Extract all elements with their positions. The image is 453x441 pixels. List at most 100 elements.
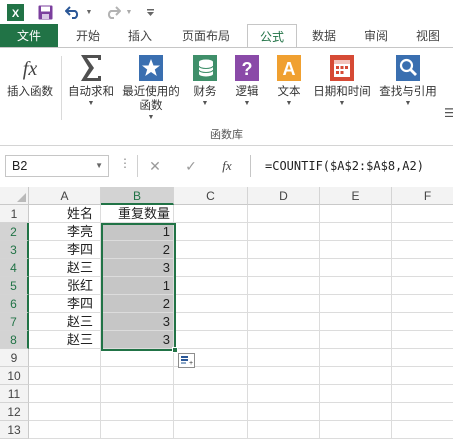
row-header-13[interactable]: 13: [0, 421, 29, 439]
cell-d4[interactable]: [248, 259, 320, 277]
cell-d8[interactable]: [248, 331, 320, 349]
enter-check-icon[interactable]: ✓: [182, 156, 200, 176]
cell-b11[interactable]: [101, 385, 174, 403]
cell-a8[interactable]: 赵三: [29, 331, 101, 349]
cell-a2[interactable]: 李亮: [29, 223, 101, 241]
cell-a5[interactable]: 张红: [29, 277, 101, 295]
row-header-5[interactable]: 5: [0, 277, 29, 295]
row-header-9[interactable]: 9: [0, 349, 29, 367]
cell-e3[interactable]: [320, 241, 392, 259]
cell-b8[interactable]: 3: [101, 331, 174, 349]
cell-e10[interactable]: [320, 367, 392, 385]
row-header-3[interactable]: 3: [0, 241, 29, 259]
tab-view[interactable]: 视图: [406, 24, 450, 48]
cell-b6[interactable]: 2: [101, 295, 174, 313]
cell-d2[interactable]: [248, 223, 320, 241]
cell-c11[interactable]: [174, 385, 248, 403]
ribbon-overflow-icon[interactable]: ☰: [444, 106, 453, 120]
cell-d5[interactable]: [248, 277, 320, 295]
cell-e9[interactable]: [320, 349, 392, 367]
row-header-8[interactable]: 8: [0, 331, 29, 349]
row-header-6[interactable]: 6: [0, 295, 29, 313]
cell-f4[interactable]: [392, 259, 453, 277]
cell-b2[interactable]: 1: [101, 223, 174, 241]
tab-insert[interactable]: 插入: [118, 24, 162, 48]
cell-e8[interactable]: [320, 331, 392, 349]
cell-c1[interactable]: [174, 205, 248, 223]
save-icon[interactable]: [36, 3, 54, 21]
cell-e6[interactable]: [320, 295, 392, 313]
cell-f10[interactable]: [392, 367, 453, 385]
insert-function-fx-icon[interactable]: fx: [218, 156, 236, 176]
column-header-f[interactable]: F: [392, 187, 453, 205]
logical-button[interactable]: ? 逻辑 ▼: [228, 54, 266, 109]
tab-formulas[interactable]: 公式: [247, 24, 297, 49]
cell-d6[interactable]: [248, 295, 320, 313]
cell-c10[interactable]: [174, 367, 248, 385]
customize-toolbar-icon[interactable]: [144, 3, 156, 21]
cell-b4[interactable]: 3: [101, 259, 174, 277]
cell-a7[interactable]: 赵三: [29, 313, 101, 331]
lookup-reference-button[interactable]: 查找与引用 ▼: [376, 54, 440, 109]
cell-d11[interactable]: [248, 385, 320, 403]
cell-d12[interactable]: [248, 403, 320, 421]
row-header-2[interactable]: 2: [0, 223, 29, 241]
cell-a12[interactable]: [29, 403, 101, 421]
cell-e5[interactable]: [320, 277, 392, 295]
cell-c4[interactable]: [174, 259, 248, 277]
cell-e11[interactable]: [320, 385, 392, 403]
cell-c13[interactable]: [174, 421, 248, 439]
cell-a11[interactable]: [29, 385, 101, 403]
cell-d3[interactable]: [248, 241, 320, 259]
date-time-button[interactable]: 日期和时间 ▼: [310, 54, 374, 109]
redo-dropdown-icon[interactable]: ▼: [124, 3, 134, 21]
tab-home[interactable]: 开始: [64, 24, 112, 48]
cell-f9[interactable]: [392, 349, 453, 367]
cell-f3[interactable]: [392, 241, 453, 259]
cell-a6[interactable]: 李四: [29, 295, 101, 313]
column-header-e[interactable]: E: [320, 187, 392, 205]
cell-c2[interactable]: [174, 223, 248, 241]
cell-f11[interactable]: [392, 385, 453, 403]
cell-b5[interactable]: 1: [101, 277, 174, 295]
column-header-c[interactable]: C: [174, 187, 248, 205]
cell-a1[interactable]: 姓名: [29, 205, 101, 223]
cell-a10[interactable]: [29, 367, 101, 385]
cell-f1[interactable]: [392, 205, 453, 223]
row-header-10[interactable]: 10: [0, 367, 29, 385]
cell-e13[interactable]: [320, 421, 392, 439]
column-header-d[interactable]: D: [248, 187, 320, 205]
cell-b9[interactable]: [101, 349, 174, 367]
tab-page-layout[interactable]: 页面布局: [170, 24, 242, 48]
cell-b12[interactable]: [101, 403, 174, 421]
cancel-icon[interactable]: ✕: [146, 156, 164, 176]
cell-e7[interactable]: [320, 313, 392, 331]
cell-f5[interactable]: [392, 277, 453, 295]
cell-f8[interactable]: [392, 331, 453, 349]
cell-f7[interactable]: [392, 313, 453, 331]
cell-a9[interactable]: [29, 349, 101, 367]
tab-review[interactable]: 审阅: [354, 24, 398, 48]
cell-b10[interactable]: [101, 367, 174, 385]
column-header-a[interactable]: A: [29, 187, 101, 205]
formula-input[interactable]: =COUNTIF($A$2:$A$8,A2): [250, 155, 453, 177]
cell-b13[interactable]: [101, 421, 174, 439]
cell-a3[interactable]: 李四: [29, 241, 101, 259]
row-header-7[interactable]: 7: [0, 313, 29, 331]
text-button[interactable]: A 文本 ▼: [270, 54, 308, 109]
formula-bar-grip-icon[interactable]: ⋮: [119, 156, 131, 170]
chevron-down-icon[interactable]: ▼: [95, 156, 103, 176]
cell-c7[interactable]: [174, 313, 248, 331]
cell-a4[interactable]: 赵三: [29, 259, 101, 277]
recently-used-button[interactable]: 最近使用的 函数 ▼: [118, 54, 184, 123]
cell-c12[interactable]: [174, 403, 248, 421]
cell-e2[interactable]: [320, 223, 392, 241]
select-all-corner[interactable]: [0, 187, 29, 205]
cell-b3[interactable]: 2: [101, 241, 174, 259]
cell-c8[interactable]: [174, 331, 248, 349]
cell-f13[interactable]: [392, 421, 453, 439]
name-box[interactable]: B2 ▼: [5, 155, 109, 177]
cell-d7[interactable]: [248, 313, 320, 331]
cell-c6[interactable]: [174, 295, 248, 313]
cell-c5[interactable]: [174, 277, 248, 295]
